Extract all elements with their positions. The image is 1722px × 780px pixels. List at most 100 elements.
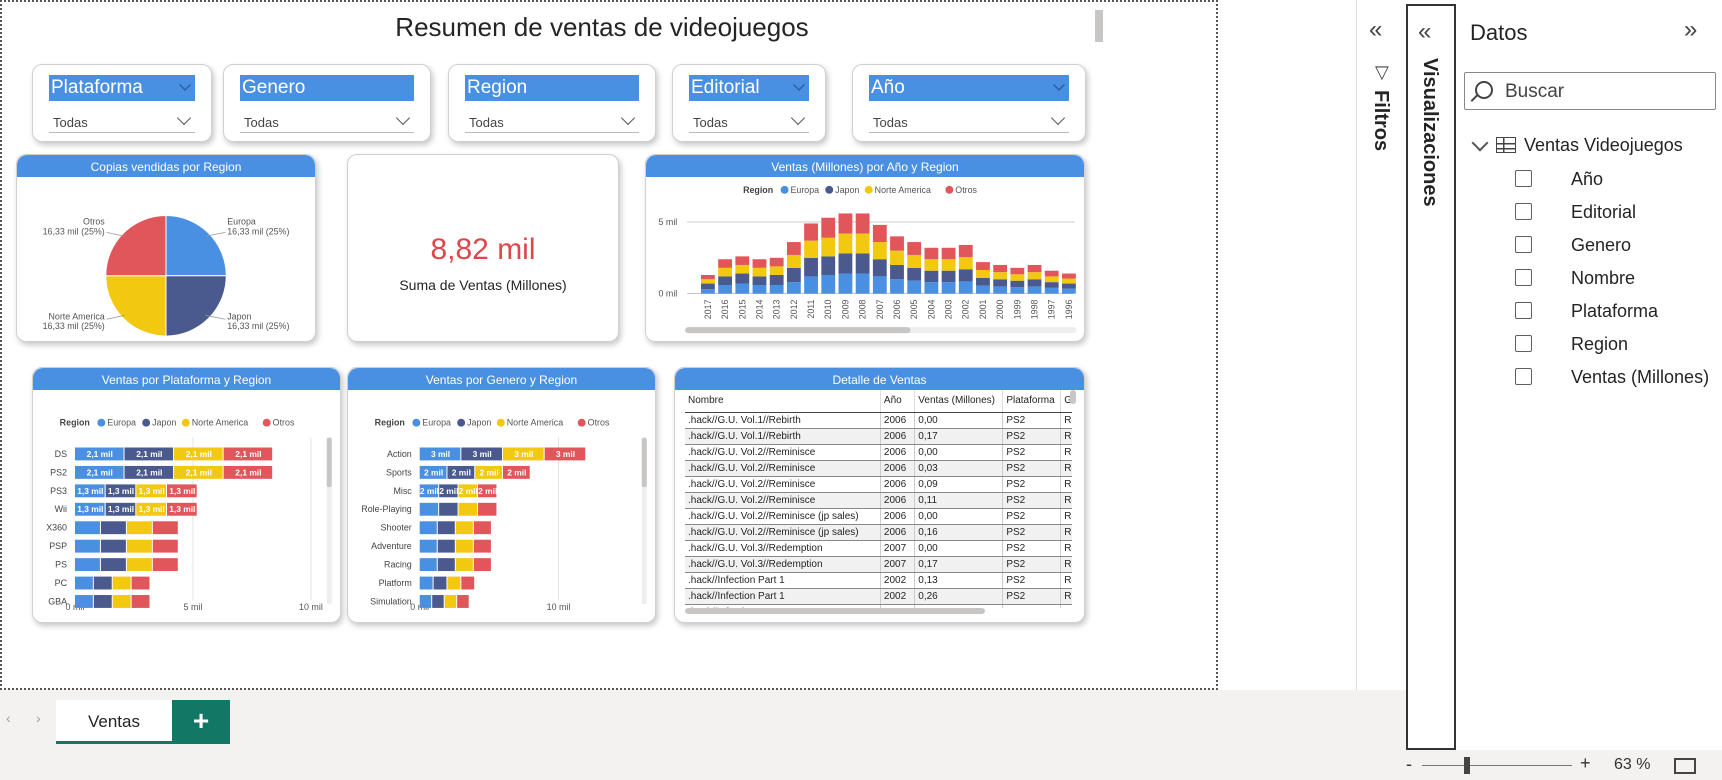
x-tick-label: 2011 bbox=[806, 299, 816, 318]
collapse-visualizations-icon[interactable]: « bbox=[1418, 20, 1431, 44]
add-page-button[interactable]: + bbox=[172, 700, 230, 744]
chevron-down-icon[interactable] bbox=[179, 79, 191, 91]
slicer-value: Todas bbox=[873, 115, 908, 130]
table-column-header[interactable]: Plataforma bbox=[1002, 390, 1062, 413]
year-column-chart[interactable]: Region Europa Japon Norte America Otros 0 mil… bbox=[646, 177, 1084, 341]
field-plataforma[interactable]: Plataforma bbox=[1515, 296, 1715, 326]
year-bar bbox=[855, 233, 870, 254]
slicer-editorial[interactable]: Editorial Todas bbox=[672, 64, 826, 142]
y-category-label: Sports bbox=[386, 467, 412, 477]
table-column-header[interactable]: Ventas (Millones) bbox=[914, 390, 1004, 413]
legend-item: Otros bbox=[273, 418, 295, 428]
field-label: Año bbox=[1571, 169, 1604, 189]
chevron-down-icon[interactable] bbox=[1471, 134, 1489, 152]
table-column-header[interactable]: Año bbox=[880, 390, 916, 413]
bar-segment bbox=[131, 576, 150, 590]
detail-table-card[interactable]: Detalle de Ventas Nombre Año Ventas (Millo… bbox=[674, 367, 1085, 623]
table-row[interactable]: .hack//Infection Part 120020,26PS2Role-P… bbox=[685, 588, 1072, 605]
field-ventas[interactable]: Ventas (Millones) bbox=[1515, 362, 1715, 392]
table-cell: 0,00 bbox=[914, 412, 1004, 429]
zoom-out-button[interactable]: - bbox=[1406, 754, 1412, 775]
detail-table[interactable]: NombreAñoVentas (Millones)PlataformaGene… bbox=[685, 390, 1072, 608]
field-checkbox[interactable] bbox=[1515, 170, 1532, 187]
field-genero[interactable]: Genero bbox=[1515, 230, 1715, 260]
expand-data-pane-icon[interactable]: » bbox=[1684, 18, 1697, 42]
slicer-region[interactable]: Region Todas bbox=[448, 64, 656, 142]
data-table-node[interactable]: Ventas Videojuegos bbox=[1470, 130, 1710, 160]
table-row[interactable]: .hack//G.U. Vol.2//Reminisce (jp sales) 2… bbox=[685, 524, 1072, 541]
zoom-slider-thumb[interactable] bbox=[1464, 757, 1470, 774]
table-row[interactable]: .hack//G.U. Vol.2//Reminisce 2006 0,09 PS2 R… bbox=[685, 476, 1072, 493]
filters-pane[interactable]: « ▽ Filtros bbox=[1356, 0, 1406, 690]
next-page-icon[interactable]: › bbox=[36, 710, 41, 726]
bar-segment bbox=[126, 539, 152, 553]
slicer-dropdown[interactable]: Todas bbox=[465, 109, 639, 133]
table-cell: 2007 bbox=[880, 556, 916, 573]
kpi-card[interactable]: 8,82 mil Suma de Ventas (Millones) bbox=[347, 154, 619, 342]
slicer-value: Todas bbox=[244, 115, 279, 130]
table-row[interactable]: .hack//G.U. Vol.3//Redemption 2007 0,00 PS2… bbox=[685, 540, 1072, 557]
field-ano[interactable]: Año bbox=[1515, 164, 1715, 194]
legend-marker bbox=[496, 418, 505, 427]
year-bar bbox=[907, 254, 922, 268]
genre-bar-chart[interactable]: RegionEuropaJaponNorte AmericaOtros0 mil… bbox=[348, 390, 655, 622]
field-checkbox[interactable] bbox=[1515, 203, 1532, 220]
platform-bar-chart-card[interactable]: Ventas por Plataforma y Region Region Eur… bbox=[32, 367, 341, 623]
year-bar bbox=[701, 289, 715, 294]
canvas-scrollbar[interactable] bbox=[1095, 10, 1103, 42]
year-bar bbox=[1061, 278, 1076, 284]
genre-bar-chart-card[interactable]: Ventas por Genero y Region Region Europa J… bbox=[347, 367, 656, 623]
zoom-in-button[interactable]: + bbox=[1580, 753, 1591, 774]
data-label: 2 mil bbox=[459, 486, 478, 496]
field-region[interactable]: Region bbox=[1515, 329, 1715, 359]
visualizations-pane-label[interactable]: Visualizaciones bbox=[1418, 58, 1441, 207]
slicer-dropdown[interactable]: Todas bbox=[49, 109, 195, 133]
table-cell: .hack//G.U. Vol.2//Reminisce bbox=[685, 460, 881, 477]
table-cell: 0,00 bbox=[914, 540, 1004, 557]
chevron-down-icon[interactable] bbox=[1053, 79, 1065, 91]
fit-to-page-icon[interactable] bbox=[1674, 758, 1696, 774]
zoom-slider-track[interactable] bbox=[1422, 765, 1572, 766]
field-checkbox[interactable] bbox=[1515, 302, 1532, 319]
field-checkbox[interactable] bbox=[1515, 368, 1532, 385]
table-row[interactable]: .hack//G.U. Vol.3//Redemption 2007 0,17 PS2… bbox=[685, 556, 1072, 573]
field-checkbox[interactable] bbox=[1515, 269, 1532, 286]
filters-pane-label[interactable]: Filtros bbox=[1369, 90, 1392, 151]
slicer-dropdown[interactable]: Todas bbox=[869, 109, 1069, 133]
table-row[interactable]: .hack//G.U. Vol.1//Rebirth20060,17PS2Rol… bbox=[685, 428, 1072, 445]
slicer-ano[interactable]: Año Todas bbox=[852, 64, 1086, 142]
visualizations-pane[interactable]: « Visualizaciones bbox=[1406, 4, 1456, 750]
year-bar bbox=[786, 267, 801, 283]
slicer-dropdown[interactable]: Todas bbox=[240, 109, 414, 133]
year-column-chart-card[interactable]: Ventas (Millones) por Año y Region Regio… bbox=[645, 154, 1085, 342]
table-row[interactable]: .hack//Infection Part 120020,13PS2Role-P… bbox=[685, 572, 1072, 589]
slicer-plataforma[interactable]: Plataforma Todas bbox=[32, 64, 212, 142]
year-bar bbox=[993, 264, 1008, 273]
table-vertical-scrollbar[interactable] bbox=[1070, 390, 1076, 404]
table-row[interactable]: .hack//G.U. Vol.1//Rebirth20060,00PS2Rol… bbox=[685, 412, 1072, 429]
visual-title: Copias vendidas por Region bbox=[17, 155, 315, 177]
chevron-down-icon[interactable] bbox=[793, 79, 805, 91]
table-row[interactable]: .hack//G.U. Vol.2//Reminisce 2006 0,03 PS2 R… bbox=[685, 460, 1072, 477]
field-checkbox[interactable] bbox=[1515, 335, 1532, 352]
table-column-header[interactable]: Nombre bbox=[685, 390, 881, 413]
table-row[interactable]: .hack//G.U. Vol.2//Reminisce 2006 0,00 PS2 R… bbox=[685, 444, 1072, 461]
pie-chart[interactable]: Europa16,33 mil (25%)Japon16,33 mil (25%… bbox=[17, 177, 315, 341]
prev-page-icon[interactable]: ‹ bbox=[6, 710, 11, 726]
table-horizontal-scrollbar[interactable] bbox=[685, 608, 985, 614]
field-checkbox[interactable] bbox=[1515, 236, 1532, 253]
year-bar bbox=[769, 284, 784, 294]
platform-bar-chart[interactable]: RegionEuropaJaponNorte AmericaOtros0 mil… bbox=[33, 390, 340, 622]
slicer-genero[interactable]: Genero Todas bbox=[223, 64, 431, 142]
year-bar bbox=[1010, 274, 1025, 281]
field-nombre[interactable]: Nombre bbox=[1515, 263, 1715, 293]
table-row[interactable]: .hack//G.U. Vol.2//Reminisce 2006 0,11 PS2 R… bbox=[685, 492, 1072, 509]
pie-chart-card[interactable]: Copias vendidas por Region Europa 16,33 m… bbox=[16, 154, 316, 342]
collapse-filters-icon[interactable]: « bbox=[1369, 18, 1382, 42]
field-editorial[interactable]: Editorial bbox=[1515, 197, 1715, 227]
page-tab-ventas[interactable]: Ventas bbox=[56, 700, 172, 744]
data-search-input[interactable]: Buscar bbox=[1464, 72, 1716, 110]
slicer-dropdown[interactable]: Todas bbox=[689, 109, 809, 133]
y-category-label: Adventure bbox=[371, 541, 412, 551]
table-row[interactable]: .hack//G.U. Vol.2//Reminisce (jp sales) 2… bbox=[685, 508, 1072, 525]
